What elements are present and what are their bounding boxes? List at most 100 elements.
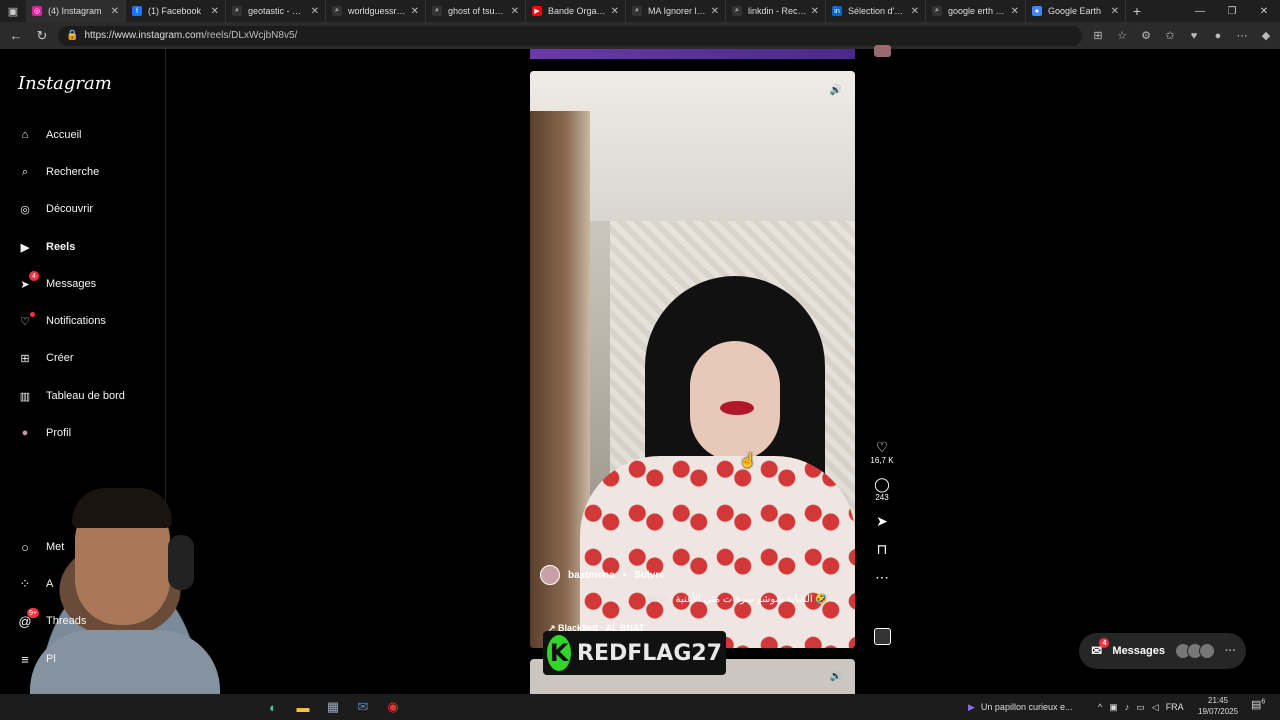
sidebar-item-dashboard[interactable]: ▥ Tableau de bord xyxy=(16,381,156,411)
instagram-logo[interactable]: Instagram xyxy=(18,73,112,94)
browser-tab[interactable]: in Sélection d'offres ✕ xyxy=(826,0,926,22)
browser-tab[interactable]: ⌕ linkdin - Recherche ✕ xyxy=(726,0,826,22)
ai-studio-icon: ⁘ xyxy=(16,575,34,593)
tab-favicon-icon: ⌕ xyxy=(632,6,642,16)
tab-close-icon[interactable]: ✕ xyxy=(1111,6,1119,17)
favorites-icon[interactable]: ✩ xyxy=(1162,28,1178,44)
more-options-icon[interactable]: ⋯ xyxy=(873,568,891,586)
tab-actions-icon[interactable]: ▣ xyxy=(0,0,26,22)
author-avatar[interactable] xyxy=(540,565,560,585)
browser-tab[interactable]: ⌕ ghost of tsushima ✕ xyxy=(426,0,526,22)
sidebar-item-label: Notifications xyxy=(46,315,106,327)
browser-tab[interactable]: f (1) Facebook ✕ xyxy=(126,0,226,22)
browser-tab[interactable]: ◎ (4) Instagram ✕ xyxy=(26,0,126,22)
caption-more-link[interactable]: plus xyxy=(648,594,666,605)
store-icon[interactable]: ▦ xyxy=(322,696,344,718)
tab-title: ghost of tsushima xyxy=(448,6,507,16)
reel-caption: plus الشابة شوشو سرقات مني الأغنية 🤣 ... xyxy=(648,594,839,605)
tab-favicon-icon: ⌕ xyxy=(732,6,742,16)
tab-close-icon[interactable]: ✕ xyxy=(511,6,519,17)
tab-close-icon[interactable]: ✕ xyxy=(711,6,719,17)
threads-icon: @9+ xyxy=(16,608,39,630)
author-username[interactable]: baatmena xyxy=(568,570,615,581)
previous-audio-thumbnail[interactable] xyxy=(874,45,891,57)
back-button[interactable]: ← xyxy=(6,26,26,46)
camera-icon[interactable]: ▣ xyxy=(1109,702,1118,713)
sidebar-item-compass[interactable]: ◎ Découvrir xyxy=(16,194,156,224)
restore-button[interactable]: ❐ xyxy=(1216,0,1248,22)
chevron-up-icon[interactable]: ^ xyxy=(1098,702,1102,712)
reel-video[interactable]: 🔊 baatmena • Suivre plus الشابة شوشو سرق… xyxy=(530,71,855,648)
sidebar-item-search[interactable]: ⌕ Recherche xyxy=(16,157,156,187)
volume-icon[interactable]: 🔊 xyxy=(827,81,845,99)
browser-tab[interactable]: ⌕ MA Ignorer les liens ✕ xyxy=(626,0,726,22)
language-indicator[interactable]: FRA xyxy=(1166,702,1184,712)
messages-badge: 4 xyxy=(29,271,39,281)
system-tray: ^ ▣ ♪ ▭ ◁ FRA xyxy=(1098,702,1184,713)
extensions-icon[interactable]: ⚙ xyxy=(1138,28,1154,44)
profile-icon[interactable]: ● xyxy=(1210,28,1226,44)
file-explorer-icon[interactable]: ▬ xyxy=(292,696,314,718)
browser-tab[interactable]: ⌕ google erth - Recherche ✕ xyxy=(926,0,1026,22)
tab-close-icon[interactable]: ✕ xyxy=(611,6,619,17)
bookmark-icon[interactable]: ⊓ xyxy=(873,540,891,558)
reel-author: baatmena • Suivre xyxy=(540,565,665,585)
tab-title: worldguessr - Recherche xyxy=(348,6,407,16)
minimize-button[interactable]: — xyxy=(1184,0,1216,22)
browser-tab[interactable]: ● Google Earth ✕ xyxy=(1026,0,1126,22)
messages-pill[interactable]: ✉ 4 Messages ··· xyxy=(1079,633,1246,669)
tab-close-icon[interactable]: ✕ xyxy=(811,6,819,17)
sidebar-item-ai-studio[interactable]: ⁘ A xyxy=(16,569,54,599)
tab-favicon-icon: in xyxy=(832,6,842,16)
new-tab-button[interactable]: + xyxy=(1126,3,1148,19)
tab-close-icon[interactable]: ✕ xyxy=(911,6,919,17)
app-available-icon[interactable]: ⊞ xyxy=(1090,28,1106,44)
tab-close-icon[interactable]: ✕ xyxy=(1011,6,1019,17)
tab-close-icon[interactable]: ✕ xyxy=(411,6,419,17)
share-icon[interactable]: ➤ xyxy=(873,512,891,530)
address-bar-row: ← ↻ 🔒 https://www.instagram.com/reels/DL… xyxy=(0,22,1280,49)
sidebar-item-messages[interactable]: ➤ 4 Messages xyxy=(16,269,156,299)
copilot-icon[interactable]: ◆ xyxy=(1258,28,1274,44)
network-icon[interactable]: ▭ xyxy=(1136,702,1145,713)
sidebar-item-avatar[interactable]: ● Profil xyxy=(16,418,156,448)
heart-icon[interactable]: ♡ xyxy=(873,438,891,456)
sidebar-item-label: Messages xyxy=(46,278,97,290)
tab-close-icon[interactable]: ✕ xyxy=(311,6,319,17)
tab-close-icon[interactable]: ✕ xyxy=(111,6,119,17)
sidebar-item-meta-ai[interactable]: ○ Met xyxy=(16,532,64,562)
browser-tab[interactable]: ⌕ worldguessr - Recherche ✕ xyxy=(326,0,426,22)
home-icon: ⌂ xyxy=(16,126,34,144)
microphone-icon[interactable]: ♪ xyxy=(1125,702,1130,712)
sidebar-item-create[interactable]: ⊞ Créer xyxy=(16,343,156,373)
sidebar-item-threads[interactable]: @9+ Threads xyxy=(16,606,86,636)
dashboard-icon: ▥ xyxy=(16,387,34,405)
browser-tab[interactable]: ▶ Bande Organisée ✕ xyxy=(526,0,626,22)
follow-button[interactable]: Suivre xyxy=(634,570,665,581)
glyph: ▥ xyxy=(19,390,31,403)
url-input[interactable]: 🔒 https://www.instagram.com/reels/DLxWcj… xyxy=(58,25,1082,46)
browser-tab[interactable]: ⌕ geotastic - Recherche ✕ xyxy=(226,0,326,22)
speaker-icon[interactable]: ◁ xyxy=(1152,702,1159,713)
clock[interactable]: 21:45 19/07/2025 xyxy=(1198,695,1238,717)
notification-center-icon[interactable]: ▤6 xyxy=(1251,698,1265,711)
obs-icon[interactable]: ◉ xyxy=(382,696,404,718)
sidebar-item-reels[interactable]: ▶ Reels xyxy=(16,232,156,262)
edge-icon[interactable]: ◐ xyxy=(262,696,284,718)
sidebar-item-menu[interactable]: ≡ Pl xyxy=(16,644,56,674)
close-window-button[interactable]: ✕ xyxy=(1248,0,1280,22)
like-count: 16,7 K xyxy=(870,456,894,465)
comment-icon[interactable]: ◯ xyxy=(873,475,891,493)
outlook-icon[interactable]: ✉ xyxy=(352,696,374,718)
sidebar-item-heart[interactable]: ♡ Notifications xyxy=(16,306,156,336)
sidebar-item-home[interactable]: ⌂ Accueil xyxy=(16,120,156,150)
audio-thumbnail[interactable] xyxy=(874,628,891,645)
favorite-star-icon[interactable]: ☆ xyxy=(1114,28,1130,44)
tab-close-icon[interactable]: ✕ xyxy=(211,6,219,17)
more-menu-icon[interactable]: ⋯ xyxy=(1234,28,1250,44)
reload-button[interactable]: ↻ xyxy=(32,26,52,46)
tab-favicon-icon: ◎ xyxy=(32,6,42,16)
news-widget[interactable]: ▶ Un papillon curieux e... xyxy=(968,702,1072,713)
next-volume-icon[interactable]: 🔊 xyxy=(827,667,845,685)
browser-essentials-icon[interactable]: ♥ xyxy=(1186,28,1202,44)
